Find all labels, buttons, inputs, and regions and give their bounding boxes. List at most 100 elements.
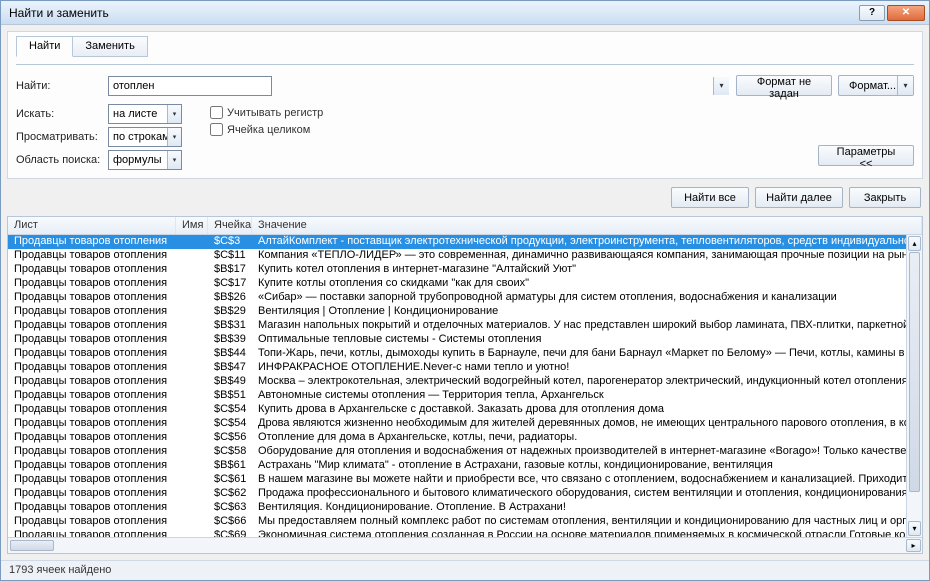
cell-ref: $B$44 [208, 347, 252, 361]
whole-cell-input[interactable] [210, 123, 223, 136]
col-value[interactable]: Значение [252, 217, 922, 234]
result-row[interactable]: Продавцы товаров отопления$C$3АлтайКомпл… [8, 235, 922, 249]
cell-ref: $B$47 [208, 361, 252, 375]
result-row[interactable]: Продавцы товаров отопления$B$49Москва – … [8, 375, 922, 389]
cell-sheet: Продавцы товаров отопления [8, 389, 176, 403]
cell-value: Москва – электрокотельная, электрический… [252, 375, 922, 389]
cell-value: «Сибар» — поставки запорной трубопроводн… [252, 291, 922, 305]
scroll-thumb[interactable] [909, 252, 920, 492]
find-history-dropdown[interactable]: ▾ [713, 77, 729, 95]
result-row[interactable]: Продавцы товаров отопления$B$47ИНФРАКРАС… [8, 361, 922, 375]
parameters-button[interactable]: Параметры << [818, 145, 914, 166]
no-format-button[interactable]: Формат не задан [736, 75, 832, 96]
cell-sheet: Продавцы товаров отопления [8, 487, 176, 501]
status-bar: 1793 ячеек найдено [1, 560, 929, 580]
result-row[interactable]: Продавцы товаров отопления $B$29Вентиляци… [8, 305, 922, 319]
result-row[interactable]: Продавцы товаров отопления$C$62Продажа п… [8, 487, 922, 501]
cell-sheet: Продавцы товаров отопления [8, 277, 176, 291]
search-panel: Найти Заменить Найти: ▾ Формат не задан … [7, 31, 923, 179]
col-name[interactable]: Имя [176, 217, 208, 234]
result-row[interactable]: Продавцы товаров отопления$B$17Купить ко… [8, 263, 922, 277]
horizontal-scrollbar[interactable]: ▸ [8, 537, 922, 553]
scan-label: Просматривать: [16, 131, 102, 143]
cell-value: ИНФРАКРАСНОЕ ОТОПЛЕНИЕ.Never-с нами тепл… [252, 361, 922, 375]
chevron-down-icon[interactable]: ▾ [167, 128, 181, 146]
cell-value: Автономные системы отопления — Территори… [252, 389, 922, 403]
help-button[interactable]: ? [859, 5, 885, 21]
cell-name [176, 263, 208, 277]
result-row[interactable]: Продавцы товаров отопления$C$11Компания … [8, 249, 922, 263]
cell-ref: $C$54 [208, 403, 252, 417]
result-row[interactable]: Продавцы товаров отопления$C$56Отопление… [8, 431, 922, 445]
find-input[interactable] [108, 76, 272, 96]
result-row[interactable]: Продавцы товаров отопления$B$51Автономны… [8, 389, 922, 403]
find-all-button[interactable]: Найти все [671, 187, 749, 208]
action-bar: Найти все Найти далее Закрыть [7, 185, 923, 210]
scroll-down-icon[interactable]: ▾ [908, 521, 921, 536]
cell-ref: $C$3 [208, 235, 252, 249]
cell-ref: $C$17 [208, 277, 252, 291]
result-row[interactable]: Продавцы товаров отопления$C$69Экономичн… [8, 529, 922, 537]
format-dropdown-icon[interactable]: ▾ [897, 76, 913, 95]
cell-ref: $C$11 [208, 249, 252, 263]
cell-sheet: Продавцы товаров отопления [8, 291, 176, 305]
cell-name [176, 459, 208, 473]
result-row[interactable]: Продавцы товаров отопления $B$44Топи-Жарь… [8, 347, 922, 361]
result-row[interactable]: Продавцы товаров отопления$B$31Магазин н… [8, 319, 922, 333]
result-row[interactable]: Продавцы товаров отопления$C$66Мы предос… [8, 515, 922, 529]
whole-cell-checkbox[interactable]: Ячейка целиком [210, 123, 323, 136]
cell-ref: $C$58 [208, 445, 252, 459]
tab-find[interactable]: Найти [16, 36, 73, 57]
results-header: Лист Имя Ячейка Значение [8, 217, 922, 235]
cell-name [176, 501, 208, 515]
scroll-right-icon[interactable]: ▸ [906, 539, 921, 552]
cell-name [176, 347, 208, 361]
cell-name [176, 277, 208, 291]
chevron-down-icon[interactable]: ▾ [167, 105, 181, 123]
result-row[interactable]: Продавцы товаров отопления$C$54 Купить д… [8, 403, 922, 417]
cell-ref: $C$66 [208, 515, 252, 529]
titlebar[interactable]: Найти и заменить ? ✕ [1, 1, 929, 25]
cell-value: Топи-Жарь, печи, котлы, дымоходы купить … [252, 347, 922, 361]
cell-name [176, 487, 208, 501]
status-text: 1793 ячеек найдено [9, 564, 111, 576]
cell-sheet: Продавцы товаров отопления [8, 333, 176, 347]
find-label: Найти: [16, 80, 102, 92]
find-next-button[interactable]: Найти далее [755, 187, 843, 208]
h-scroll-thumb[interactable] [10, 540, 54, 551]
result-row[interactable]: Продавцы товаров отопления$B$39Оптимальн… [8, 333, 922, 347]
cell-name [176, 333, 208, 347]
cell-sheet: Продавцы товаров отопления [8, 473, 176, 487]
chevron-down-icon[interactable]: ▾ [167, 151, 181, 169]
results-body[interactable]: ▴ ▾ Продавцы товаров отопления$C$3АлтайК… [8, 235, 922, 537]
cell-value: Астрахань "Мир климата" - отопление в Ас… [252, 459, 922, 473]
tab-replace[interactable]: Заменить [72, 36, 147, 57]
cell-sheet: Продавцы товаров отопления [8, 403, 176, 417]
cell-sheet: Продавцы товаров отопления [8, 305, 176, 319]
cell-sheet: Продавцы товаров отопления [8, 431, 176, 445]
result-row[interactable]: Продавцы товаров отопления$B$61Астрахань… [8, 459, 922, 473]
cell-ref: $B$29 [208, 305, 252, 319]
cell-name [176, 389, 208, 403]
result-row[interactable]: Продавцы товаров отопления$C$58Оборудова… [8, 445, 922, 459]
scroll-up-icon[interactable]: ▴ [908, 236, 921, 251]
result-row[interactable]: Продавцы товаров отопления$C$63Вентиляци… [8, 501, 922, 515]
result-row[interactable]: Продавцы товаров отопления$C$54Дрова явл… [8, 417, 922, 431]
cell-name [176, 417, 208, 431]
result-row[interactable]: Продавцы товаров отопления$C$61В нашем м… [8, 473, 922, 487]
match-case-checkbox[interactable]: Учитывать регистр [210, 106, 323, 119]
cell-name [176, 235, 208, 249]
close-button[interactable]: Закрыть [849, 187, 921, 208]
match-case-input[interactable] [210, 106, 223, 119]
col-cell[interactable]: Ячейка [208, 217, 252, 234]
cell-sheet: Продавцы товаров отопления [8, 347, 176, 361]
col-sheet[interactable]: Лист [8, 217, 176, 234]
cell-value: Вентиляция | Отопление | Кондиционирован… [252, 305, 922, 319]
result-row[interactable]: Продавцы товаров отопления$B$26«Сибар» —… [8, 291, 922, 305]
close-window-button[interactable]: ✕ [887, 5, 925, 21]
vertical-scrollbar[interactable]: ▴ ▾ [906, 235, 922, 537]
cell-value: Вентиляция. Кондиционирование. Отопление… [252, 501, 922, 515]
result-row[interactable]: Продавцы товаров отопления$C$17Купите ко… [8, 277, 922, 291]
cell-value: Компания «ТЕПЛО-ЛИДЕР» — это современная… [252, 249, 922, 263]
cell-name [176, 515, 208, 529]
